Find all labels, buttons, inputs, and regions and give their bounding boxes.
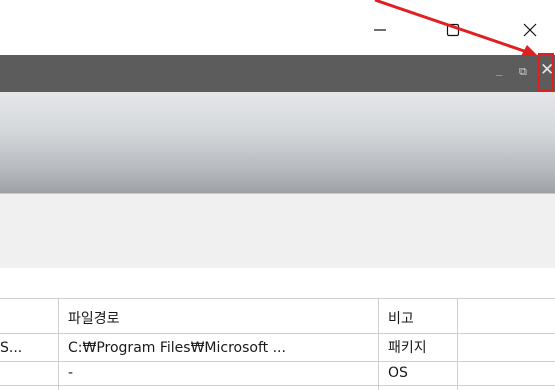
close-highlight-box [538,53,554,91]
maximize-button[interactable] [433,13,473,47]
column-header-note[interactable]: 비고 [388,309,414,329]
inner-titlebar: _ ⧉ ✕ [0,55,555,92]
row-divider [0,333,555,334]
column-divider [457,299,458,390]
table-cell-note[interactable]: 패키지 [388,338,427,358]
minimize-icon [374,29,386,31]
window-titlebar [0,0,555,53]
column-header-path[interactable]: 파일경로 [68,309,120,329]
ribbon-toolbar [0,92,555,193]
close-button[interactable] [510,13,550,47]
column-divider [378,299,379,390]
close-icon [523,23,537,37]
clipped-title-text [0,0,555,6]
column-divider [58,299,59,390]
inner-minimize-button[interactable]: _ [496,63,503,76]
file-grid: 파일경로 비고 S... C:₩Program Files₩Microsoft … [0,298,555,390]
maximize-icon [446,23,460,37]
content-panel [0,193,555,268]
table-cell-path[interactable]: - [68,363,73,383]
table-cell-path[interactable]: C:₩Program Files₩Microsoft ... [68,338,374,358]
minimize-button[interactable] [360,13,400,47]
table-cell-note[interactable]: OS [388,363,408,383]
table-cell-name[interactable]: S... [0,338,56,358]
row-divider [0,361,555,362]
row-divider [0,385,555,386]
inner-restore-button[interactable]: ⧉ [519,65,527,79]
